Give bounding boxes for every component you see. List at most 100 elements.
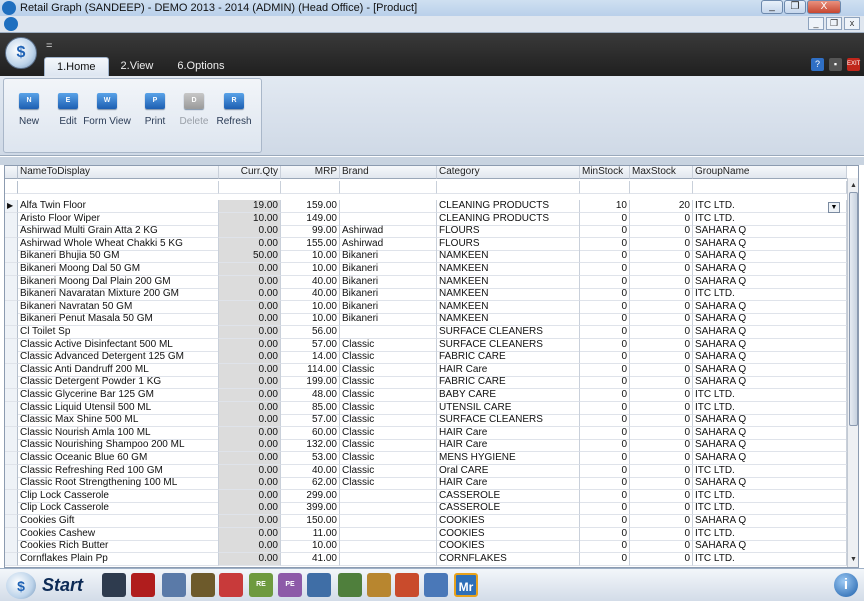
table-row[interactable]: Classic Root Strengthening 100 ML 0.00 62.… bbox=[5, 477, 847, 491]
cell-groupname[interactable]: SAHARA Q bbox=[693, 300, 847, 314]
cell-category[interactable]: NAMKEEN bbox=[437, 263, 580, 276]
table-row[interactable]: Classic Refreshing Red 100 GM 0.00 40.00 Cl… bbox=[5, 464, 847, 478]
tab-home[interactable]: 1.Home bbox=[44, 57, 109, 76]
cell-groupname[interactable]: ITC LTD. bbox=[693, 552, 847, 566]
row-selector[interactable] bbox=[5, 275, 18, 289]
row-selector[interactable] bbox=[5, 250, 18, 264]
cell-nametodisplay[interactable]: Bikaneri Penut Masala 50 GM bbox=[18, 313, 219, 327]
cell-mrp[interactable]: 114.00 bbox=[281, 363, 340, 377]
cell-mrp[interactable]: 132.00 bbox=[281, 439, 340, 453]
cell-groupname[interactable]: ITC LTD. bbox=[693, 401, 847, 415]
scroll-down-arrow-icon[interactable]: ▼ bbox=[848, 554, 858, 565]
cell-nametodisplay[interactable]: Classic Refreshing Red 100 GM bbox=[18, 464, 219, 478]
start-button[interactable]: Start bbox=[42, 575, 83, 596]
cell-minstock[interactable]: 0 bbox=[580, 552, 630, 566]
table-row[interactable]: Classic Liquid Utensil 500 ML 0.00 85.00 Cl… bbox=[5, 401, 847, 415]
cell-currqty[interactable]: 0.00 bbox=[219, 502, 281, 516]
cell-currqty[interactable]: 0.00 bbox=[219, 464, 281, 478]
table-row[interactable]: Classic Nourish Amla 100 ML 0.00 60.00 Clas… bbox=[5, 426, 847, 440]
cell-maxstock[interactable]: 0 bbox=[630, 515, 693, 528]
table-row[interactable]: Bikaneri Penut Masala 50 GM 0.00 10.00 Bika… bbox=[5, 313, 847, 327]
cell-category[interactable]: COOKIES bbox=[437, 540, 580, 554]
cell-maxstock[interactable]: 0 bbox=[630, 313, 693, 327]
cell-currqty[interactable]: 0.00 bbox=[219, 225, 281, 239]
cell-category[interactable]: UTENSIL CARE bbox=[437, 401, 580, 415]
cell-maxstock[interactable]: 0 bbox=[630, 452, 693, 465]
cell-minstock[interactable]: 0 bbox=[580, 515, 630, 528]
cell-mrp[interactable]: 150.00 bbox=[281, 515, 340, 528]
cell-currqty[interactable]: 0.00 bbox=[219, 439, 281, 453]
cell-mrp[interactable]: 48.00 bbox=[281, 389, 340, 402]
cell-category[interactable]: Oral CARE bbox=[437, 464, 580, 478]
cell-mrp[interactable]: 159.00 bbox=[281, 200, 340, 213]
table-row[interactable]: Bikaneri Moong Dal 50 GM 0.00 10.00 Bikaner… bbox=[5, 263, 847, 276]
cell-nametodisplay[interactable]: Classic Liquid Utensil 500 ML bbox=[18, 401, 219, 415]
table-row[interactable]: Bikaneri Navratan 50 GM 0.00 10.00 Bikaneri… bbox=[5, 300, 847, 314]
cell-nametodisplay[interactable]: Bikaneri Navaratan Mixture 200 GM bbox=[18, 288, 219, 302]
cell-brand[interactable] bbox=[340, 540, 437, 554]
form-view-button[interactable]: W Form View bbox=[78, 93, 136, 127]
row-selector[interactable] bbox=[5, 181, 18, 195]
cell-minstock[interactable]: 0 bbox=[580, 464, 630, 478]
cell-brand[interactable] bbox=[340, 527, 437, 541]
cell-minstock[interactable]: 0 bbox=[580, 288, 630, 302]
cell-brand[interactable] bbox=[340, 326, 437, 339]
cell-category[interactable]: NAMKEEN bbox=[437, 288, 580, 302]
cell-category[interactable]: NAMKEEN bbox=[437, 250, 580, 264]
cell-minstock[interactable]: 0 bbox=[580, 502, 630, 516]
cell-currqty[interactable]: 0.00 bbox=[219, 326, 281, 339]
cell-currqty[interactable]: 0.00 bbox=[219, 376, 281, 390]
cell-minstock[interactable]: 0 bbox=[580, 452, 630, 465]
help-icon[interactable]: ? bbox=[811, 58, 824, 71]
cell-brand[interactable]: Classic bbox=[340, 376, 437, 390]
stock-icon[interactable] bbox=[162, 573, 186, 597]
cell-category[interactable]: MENS HYGIENE bbox=[437, 452, 580, 465]
cell-nametodisplay[interactable]: Classic Glycerine Bar 125 GM bbox=[18, 389, 219, 402]
table-row[interactable]: Ashirwad Multi Grain Atta 2 KG 0.00 99.00 A… bbox=[5, 225, 847, 239]
cell-maxstock[interactable]: 0 bbox=[630, 250, 693, 264]
cell-mrp[interactable]: 10.00 bbox=[281, 540, 340, 554]
cell-mrp[interactable]: 40.00 bbox=[281, 288, 340, 302]
cell-minstock[interactable]: 0 bbox=[580, 313, 630, 327]
cell-mrp[interactable]: 62.00 bbox=[281, 477, 340, 491]
cell-nametodisplay[interactable]: Classic Max Shine 500 ML bbox=[18, 414, 219, 428]
shapes-icon[interactable] bbox=[395, 573, 419, 597]
column-header-category[interactable]: Category bbox=[437, 166, 580, 179]
quick-access-toolbar[interactable]: = bbox=[46, 40, 52, 52]
cell-mrp[interactable]: 40.00 bbox=[281, 275, 340, 289]
cell-groupname[interactable]: SAHARA Q bbox=[693, 338, 847, 352]
minimize-button[interactable]: _ bbox=[761, 0, 783, 14]
cell-currqty[interactable]: 0.00 bbox=[219, 313, 281, 327]
row-selector[interactable] bbox=[5, 237, 18, 251]
cell-maxstock[interactable]: 0 bbox=[630, 439, 693, 453]
row-selector[interactable] bbox=[5, 300, 18, 314]
cell-brand[interactable]: Bikaneri bbox=[340, 275, 437, 289]
column-header-nametodisplay[interactable]: NameToDisplay bbox=[18, 166, 219, 179]
cell-minstock[interactable]: 0 bbox=[580, 326, 630, 339]
cell-nametodisplay[interactable]: Bikaneri Navratan 50 GM bbox=[18, 300, 219, 314]
new-button[interactable]: N New bbox=[9, 93, 49, 127]
column-header-brand[interactable]: Brand bbox=[340, 166, 437, 179]
cell-groupname[interactable]: SAHARA Q bbox=[693, 237, 847, 251]
cell-groupname[interactable]: SAHARA Q bbox=[693, 426, 847, 440]
cell-mrp[interactable]: 57.00 bbox=[281, 338, 340, 352]
cell-mrp[interactable]: 155.00 bbox=[281, 237, 340, 251]
column-header-minstock[interactable]: MinStock bbox=[580, 166, 630, 179]
row-selector[interactable] bbox=[5, 288, 18, 302]
cell-maxstock[interactable]: 0 bbox=[630, 300, 693, 314]
cell-minstock[interactable]: 0 bbox=[580, 426, 630, 440]
cell-nametodisplay[interactable]: Bikaneri Moong Dal 50 GM bbox=[18, 263, 219, 276]
cell-nametodisplay[interactable]: Cornflakes Plain Pp bbox=[18, 552, 219, 566]
cell-minstock[interactable]: 10 bbox=[580, 200, 630, 213]
cell-mrp[interactable]: 399.00 bbox=[281, 502, 340, 516]
cell-currqty[interactable]: 0.00 bbox=[219, 275, 281, 289]
cell-currqty[interactable]: 0.00 bbox=[219, 237, 281, 251]
cell-currqty[interactable]: 50.00 bbox=[219, 250, 281, 264]
cell-currqty[interactable]: 0.00 bbox=[219, 363, 281, 377]
cell-category[interactable]: CASSEROLE bbox=[437, 502, 580, 516]
table-row[interactable]: Clip Lock Casserole 0.00 399.00 CASSEROLE 0 0… bbox=[5, 502, 847, 516]
mr-icon[interactable]: Mr bbox=[454, 573, 478, 597]
cell-groupname[interactable]: SAHARA Q bbox=[693, 263, 847, 276]
exit-icon[interactable]: EXIT bbox=[847, 58, 860, 71]
table-row[interactable]: Classic Glycerine Bar 125 GM 0.00 48.00 Cla… bbox=[5, 389, 847, 402]
